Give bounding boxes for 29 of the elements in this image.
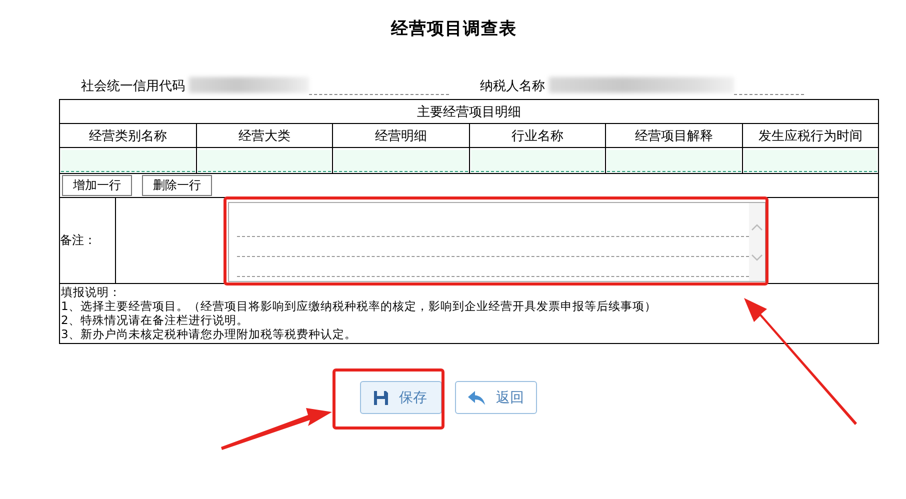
table-caption: 主要经营项目明细 bbox=[60, 100, 878, 124]
instruction-text: 填报说明： bbox=[61, 285, 122, 299]
scroll-up-icon[interactable] bbox=[751, 222, 763, 230]
scrollbar[interactable] bbox=[749, 203, 765, 281]
row-button[interactable]: 删除一行 bbox=[142, 175, 212, 196]
instruction-text: 2、特殊情况请在备注栏进行说明。 bbox=[61, 313, 250, 327]
column-header: 经营项目解释 bbox=[606, 124, 742, 148]
column-header: 发生应税行为时间 bbox=[742, 124, 878, 148]
row-button[interactable]: 增加一行 bbox=[62, 175, 132, 196]
field-label: 纳税人名称 bbox=[480, 78, 545, 95]
instruction-text: 3、新办户尚未核定税种请您办理附加税等税费种认定。 bbox=[61, 327, 358, 341]
instruction-text: 1、选择主要经营项目。（经营项目将影响到应缴纳税种税率的核定，影响到企业经营开具发票申报等后续事项） bbox=[61, 299, 658, 313]
column-header: 经营类别名称 bbox=[60, 124, 196, 148]
input-field[interactable] bbox=[198, 150, 331, 172]
scroll-down-icon[interactable] bbox=[751, 254, 763, 262]
input-field[interactable] bbox=[607, 150, 740, 172]
column-header: 经营明细 bbox=[332, 124, 469, 148]
field-label: 社会统一信用代码 bbox=[81, 78, 185, 95]
page-title: 经营项目调查表 bbox=[390, 18, 518, 40]
input-field[interactable] bbox=[334, 150, 468, 172]
input-field[interactable] bbox=[744, 150, 877, 172]
column-header: 经营大类 bbox=[196, 124, 332, 148]
input-field[interactable] bbox=[61, 150, 194, 172]
back-button[interactable]: 返回 bbox=[455, 381, 537, 414]
save-button[interactable]: 保存 bbox=[360, 381, 442, 414]
column-header: 行业名称 bbox=[469, 124, 606, 148]
back-arrow-icon bbox=[468, 390, 486, 404]
remark-label: 备注： bbox=[60, 232, 96, 249]
input-field[interactable] bbox=[470, 150, 604, 172]
